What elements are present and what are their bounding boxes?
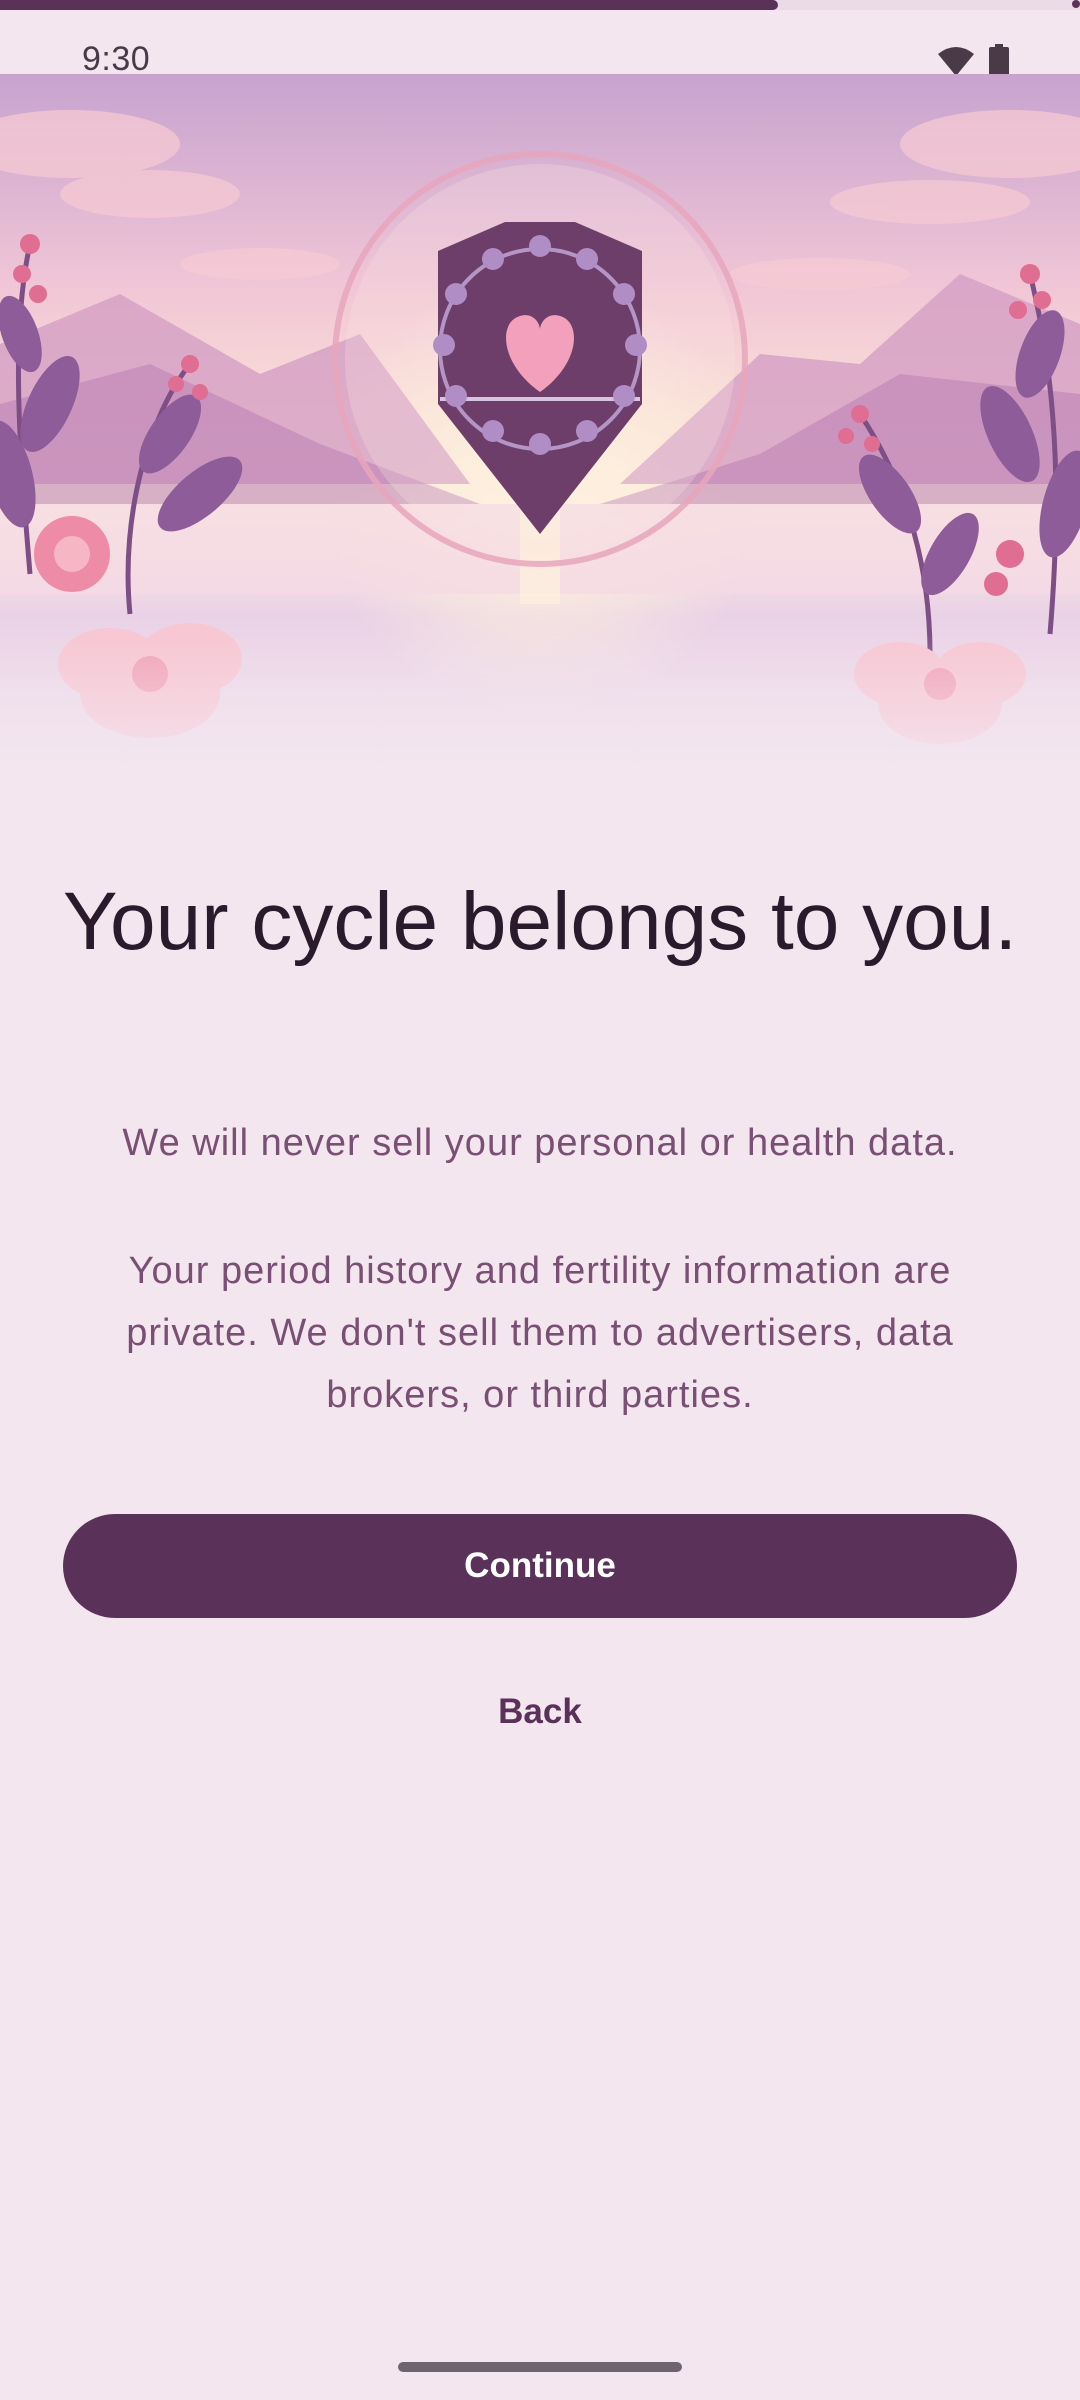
hero-illustration	[0, 74, 1080, 794]
progress-bar-fill	[0, 0, 778, 10]
privacy-body-text: Your period history and fertility inform…	[126, 1250, 954, 1416]
continue-button[interactable]: Continue	[63, 1514, 1017, 1618]
page-title: Your cycle belongs to you.	[62, 876, 1018, 967]
status-bar: 9:30	[0, 10, 1080, 80]
back-button[interactable]: Back	[440, 1684, 640, 1740]
onboarding-progress-bar	[0, 0, 1080, 10]
home-indicator[interactable]	[398, 2362, 682, 2372]
progress-end-dot	[1072, 0, 1080, 8]
privacy-subtitle: We will never sell your personal or heal…	[122, 1122, 958, 1164]
